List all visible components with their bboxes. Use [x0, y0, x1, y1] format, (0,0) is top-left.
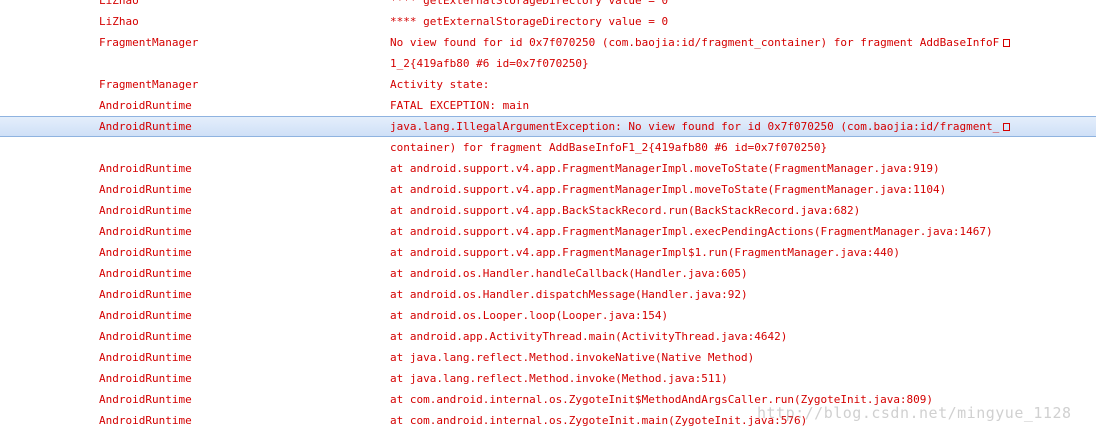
log-tag: LiZhao	[99, 15, 139, 28]
log-message: at android.support.v4.app.FragmentManage…	[390, 158, 940, 179]
log-message-text: Activity state:	[390, 78, 490, 91]
log-tag: AndroidRuntime	[99, 99, 192, 112]
log-message-text: container) for fragment AddBaseInfoF1_2{…	[390, 141, 828, 154]
log-message: at android.support.v4.app.BackStackRecor…	[390, 200, 860, 221]
log-message: at java.lang.reflect.Method.invokeNative…	[390, 347, 754, 368]
log-row[interactable]: LiZhao **** getExternalStorageDirectory v…	[0, 11, 1096, 32]
log-message: at android.os.Looper.loop(Looper.java:15…	[390, 305, 668, 326]
log-message: **** getExternalStorageDirectory value =…	[390, 0, 668, 11]
log-row[interactable]: AndroidRuntime at android.support.v4.app.…	[0, 221, 1096, 242]
log-message: Activity state:	[390, 74, 489, 95]
log-message: at android.support.v4.app.FragmentManage…	[390, 242, 900, 263]
log-message-text: 1_2{419afb80 #6 id=0x7f070250}	[390, 57, 589, 70]
log-tag: AndroidRuntime	[99, 267, 192, 280]
log-row[interactable]: LiZhao **** getExternalStorageDirectory v…	[0, 0, 1096, 11]
log-message-text: at android.support.v4.app.FragmentManage…	[390, 225, 993, 238]
log-message-text: No view found for id 0x7f070250 (com.bao…	[390, 36, 1000, 49]
log-message: at android.os.Handler.dispatchMessage(Ha…	[390, 284, 748, 305]
log-tag: AndroidRuntime	[99, 204, 192, 217]
log-row-selected[interactable]: AndroidRuntime java.lang.IllegalArgumentE…	[0, 116, 1096, 137]
log-message-text: at android.support.v4.app.BackStackRecor…	[390, 204, 861, 217]
log-message-text: **** getExternalStorageDirectory value =…	[390, 15, 669, 28]
log-message: at android.support.v4.app.FragmentManage…	[390, 221, 993, 242]
line-wrap-icon	[1003, 39, 1011, 47]
log-row[interactable]: AndroidRuntime at android.os.Looper.loop(…	[0, 305, 1096, 326]
log-tag: AndroidRuntime	[99, 414, 192, 427]
log-row[interactable]: AndroidRuntime at android.support.v4.app.…	[0, 242, 1096, 263]
log-tag: AndroidRuntime	[99, 309, 192, 322]
log-row[interactable]: AndroidRuntime at android.app.ActivityThr…	[0, 326, 1096, 347]
log-tag: AndroidRuntime	[99, 393, 192, 406]
log-tag: AndroidRuntime	[99, 183, 192, 196]
log-message-text: at android.support.v4.app.FragmentManage…	[390, 183, 947, 196]
log-tag: FragmentManager	[99, 78, 199, 91]
log-message: 1_2{419afb80 #6 id=0x7f070250}	[390, 53, 589, 74]
log-row[interactable]: FragmentManager No view found for id 0x7f…	[0, 32, 1096, 53]
log-message-text: at android.support.v4.app.FragmentManage…	[390, 162, 940, 175]
log-tag: FragmentManager	[99, 36, 199, 49]
log-row[interactable]: AndroidRuntime at android.support.v4.app.…	[0, 200, 1096, 221]
log-message-text: at android.app.ActivityThread.main(Activ…	[390, 330, 788, 343]
logcat-list[interactable]: LiZhao **** getExternalStorageDirectory v…	[0, 0, 1096, 431]
watermark: http://blog.csdn.net/mingyue_1128	[757, 404, 1072, 422]
log-message-text: at java.lang.reflect.Method.invoke(Metho…	[390, 372, 728, 385]
line-wrap-icon	[1003, 123, 1011, 131]
log-message-text: java.lang.IllegalArgumentException: No v…	[390, 120, 1000, 133]
log-row[interactable]: AndroidRuntime at android.support.v4.app.…	[0, 179, 1096, 200]
log-message-text: **** getExternalStorageDirectory value =…	[390, 0, 669, 7]
log-row[interactable]: AndroidRuntime at java.lang.reflect.Metho…	[0, 368, 1096, 389]
log-row[interactable]: 1_2{419afb80 #6 id=0x7f070250}	[0, 53, 1096, 74]
log-message: **** getExternalStorageDirectory value =…	[390, 11, 668, 32]
log-message: No view found for id 0x7f070250 (com.bao…	[390, 32, 1011, 53]
log-row[interactable]: container) for fragment AddBaseInfoF1_2{…	[0, 137, 1096, 158]
log-message-text: at android.os.Looper.loop(Looper.java:15…	[390, 309, 669, 322]
log-tag: AndroidRuntime	[99, 162, 192, 175]
log-message: java.lang.IllegalArgumentException: No v…	[390, 117, 1011, 136]
log-message-text: at android.os.Handler.dispatchMessage(Ha…	[390, 288, 748, 301]
log-tag: AndroidRuntime	[99, 246, 192, 259]
log-message: at com.android.internal.os.ZygoteInit.ma…	[390, 410, 807, 431]
log-row[interactable]: AndroidRuntime at java.lang.reflect.Metho…	[0, 347, 1096, 368]
log-message: at android.support.v4.app.FragmentManage…	[390, 179, 946, 200]
log-message-text: at android.support.v4.app.FragmentManage…	[390, 246, 900, 259]
log-message: container) for fragment AddBaseInfoF1_2{…	[390, 137, 827, 158]
log-tag: AndroidRuntime	[99, 330, 192, 343]
log-row[interactable]: AndroidRuntime at android.os.Handler.hand…	[0, 263, 1096, 284]
log-row[interactable]: AndroidRuntime at android.os.Handler.disp…	[0, 284, 1096, 305]
log-row[interactable]: FragmentManager Activity state:	[0, 74, 1096, 95]
log-message: FATAL EXCEPTION: main	[390, 95, 529, 116]
log-tag: AndroidRuntime	[99, 225, 192, 238]
log-tag: LiZhao	[99, 0, 139, 7]
log-tag: AndroidRuntime	[99, 120, 192, 133]
log-message-text: FATAL EXCEPTION: main	[390, 99, 530, 112]
log-message: at android.app.ActivityThread.main(Activ…	[390, 326, 787, 347]
log-message-text: at android.os.Handler.handleCallback(Han…	[390, 267, 748, 280]
log-row[interactable]: AndroidRuntime FATAL EXCEPTION: main	[0, 95, 1096, 116]
log-tag: AndroidRuntime	[99, 351, 192, 364]
log-message-text: at java.lang.reflect.Method.invokeNative…	[390, 351, 755, 364]
log-message-text: at com.android.internal.os.ZygoteInit.ma…	[390, 414, 808, 427]
log-tag: AndroidRuntime	[99, 288, 192, 301]
log-row[interactable]: AndroidRuntime at android.support.v4.app.…	[0, 158, 1096, 179]
log-tag: AndroidRuntime	[99, 372, 192, 385]
log-message: at android.os.Handler.handleCallback(Han…	[390, 263, 748, 284]
log-message: at java.lang.reflect.Method.invoke(Metho…	[390, 368, 728, 389]
